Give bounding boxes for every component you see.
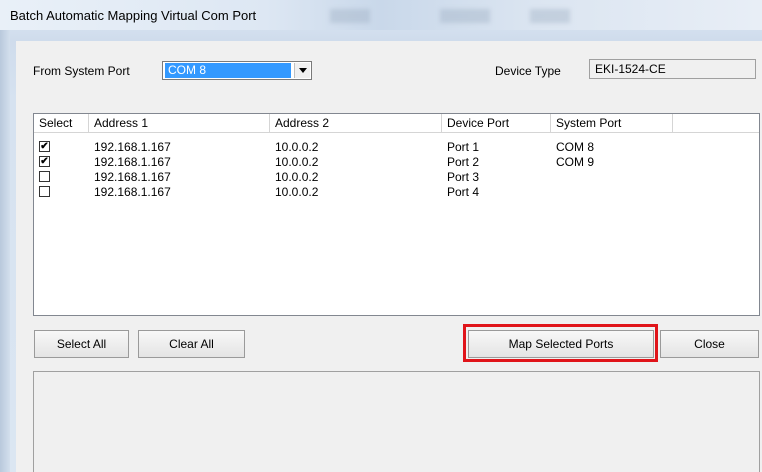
- table-row[interactable]: 192.168.1.167 10.0.0.2 Port 3: [34, 170, 759, 185]
- table-row[interactable]: 192.168.1.167 10.0.0.2 Port 4: [34, 185, 759, 200]
- column-header-select[interactable]: Select: [34, 114, 89, 133]
- port-list[interactable]: Select Address 1 Address 2 Device Port S…: [33, 113, 760, 316]
- address-1-cell: 192.168.1.167: [94, 140, 171, 154]
- highlight-box: [463, 324, 658, 362]
- row-checkbox[interactable]: [39, 186, 50, 197]
- close-button[interactable]: Close: [660, 330, 759, 358]
- background-window-ghost: [330, 9, 370, 23]
- column-header-device-port[interactable]: Device Port: [442, 114, 551, 133]
- address-1-cell: 192.168.1.167: [94, 155, 171, 169]
- chevron-down-icon: [299, 68, 307, 73]
- select-all-button[interactable]: Select All: [34, 330, 129, 358]
- background-window-ghost: [530, 9, 570, 23]
- window-title: Batch Automatic Mapping Virtual Com Port: [10, 8, 257, 23]
- status-output-area: [33, 371, 760, 472]
- device-port-cell: Port 3: [447, 170, 480, 184]
- list-header: Select Address 1 Address 2 Device Port S…: [34, 114, 759, 134]
- table-row[interactable]: ✔ 192.168.1.167 10.0.0.2 Port 1 COM 8: [34, 140, 759, 155]
- row-checkbox[interactable]: ✔: [39, 141, 50, 152]
- device-port-cell: Port 4: [447, 185, 480, 199]
- dropdown-button[interactable]: [294, 63, 310, 78]
- device-type-label: Device Type: [495, 64, 561, 78]
- address-2-cell: 10.0.0.2: [275, 185, 319, 199]
- from-system-port-value: COM 8: [165, 63, 291, 78]
- row-checkbox[interactable]: [39, 171, 50, 182]
- address-2-cell: 10.0.0.2: [275, 170, 319, 184]
- column-header-empty: [673, 114, 759, 133]
- from-system-port-label: From System Port: [33, 64, 130, 78]
- dialog-window: Batch Automatic Mapping Virtual Com Port…: [0, 0, 762, 472]
- dialog-client-area: From System Port COM 8 Device Type EKI-1…: [16, 41, 762, 472]
- column-header-system-port[interactable]: System Port: [551, 114, 673, 133]
- from-system-port-select[interactable]: COM 8: [162, 61, 312, 80]
- device-port-cell: Port 2: [447, 155, 480, 169]
- background-window-ghost: [440, 9, 490, 23]
- table-row[interactable]: ✔ 192.168.1.167 10.0.0.2 Port 2 COM 9: [34, 155, 759, 170]
- address-2-cell: 10.0.0.2: [275, 155, 319, 169]
- column-header-address-2[interactable]: Address 2: [270, 114, 442, 133]
- window-left-border: [0, 0, 10, 472]
- title-bar[interactable]: Batch Automatic Mapping Virtual Com Port: [0, 0, 762, 30]
- device-port-cell: Port 1: [447, 140, 480, 154]
- system-port-cell: COM 9: [556, 155, 595, 169]
- address-2-cell: 10.0.0.2: [275, 140, 319, 154]
- column-header-address-1[interactable]: Address 1: [89, 114, 270, 133]
- device-type-field: EKI-1524-CE: [589, 59, 756, 79]
- system-port-cell: COM 8: [556, 140, 595, 154]
- address-1-cell: 192.168.1.167: [94, 185, 171, 199]
- clear-all-button[interactable]: Clear All: [138, 330, 245, 358]
- row-checkbox[interactable]: ✔: [39, 156, 50, 167]
- address-1-cell: 192.168.1.167: [94, 170, 171, 184]
